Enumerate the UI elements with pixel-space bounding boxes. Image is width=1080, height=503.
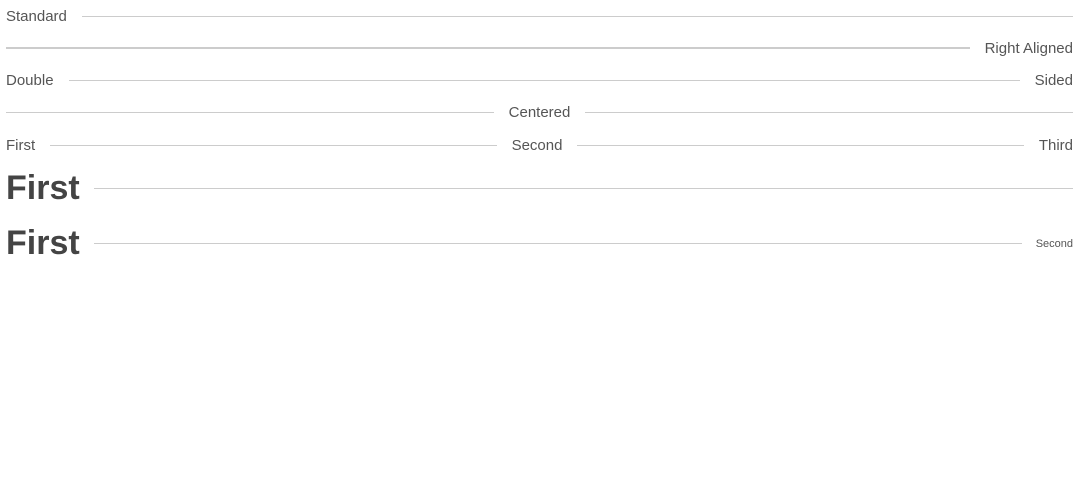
divider-line-right [585, 112, 1073, 113]
divider-heading: First [6, 169, 80, 207]
divider-line-left [50, 144, 497, 146]
divider-double-sided: Double Sided [6, 64, 1073, 96]
divider-heading: First [6, 224, 80, 262]
divider-label: Standard [6, 7, 67, 25]
divider-label: Centered [508, 104, 571, 121]
divider-line [81, 15, 1073, 17]
divider-label-second: Second [511, 136, 563, 154]
divider-line-left [6, 112, 494, 113]
divider-showcase: Standard Right Aligned Double Sided Cent… [0, 0, 1080, 271]
divider-line [68, 79, 1020, 81]
divider-large-heading: First [6, 161, 1073, 216]
divider-label-third: Third [1038, 136, 1074, 154]
divider-line [93, 188, 1073, 189]
divider-three-labels: First Second Third [6, 129, 1073, 161]
divider-line [93, 243, 1022, 244]
divider-small-label: Second [1035, 237, 1073, 250]
divider-line-right [577, 144, 1024, 146]
divider-line [6, 47, 970, 49]
divider-label-right: Sided [1034, 71, 1073, 89]
divider-large-with-small: First Second [6, 216, 1073, 271]
divider-label: Right Aligned [984, 39, 1073, 57]
divider-label-first: First [6, 136, 36, 154]
divider-standard: Standard [6, 0, 1073, 32]
divider-right-aligned: Right Aligned [6, 32, 1073, 64]
divider-label-left: Double [6, 71, 54, 89]
divider-centered: Centered [6, 96, 1073, 129]
